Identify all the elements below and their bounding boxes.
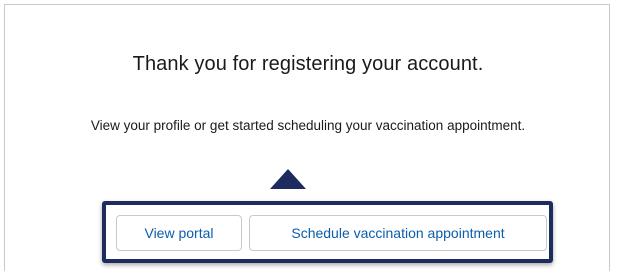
- confirmation-heading: Thank you for registering your account.: [132, 53, 484, 75]
- confirmation-subtext: View your profile or get started schedul…: [90, 118, 526, 133]
- screenshot-frame: Thank you for registering your account. …: [0, 0, 618, 271]
- actions-highlight-box: View portal Schedule vaccination appoint…: [102, 201, 553, 263]
- schedule-vaccination-appointment-button[interactable]: Schedule vaccination appointment: [249, 215, 547, 251]
- up-arrow-pointer-icon: [270, 169, 306, 189]
- view-portal-button[interactable]: View portal: [116, 215, 242, 251]
